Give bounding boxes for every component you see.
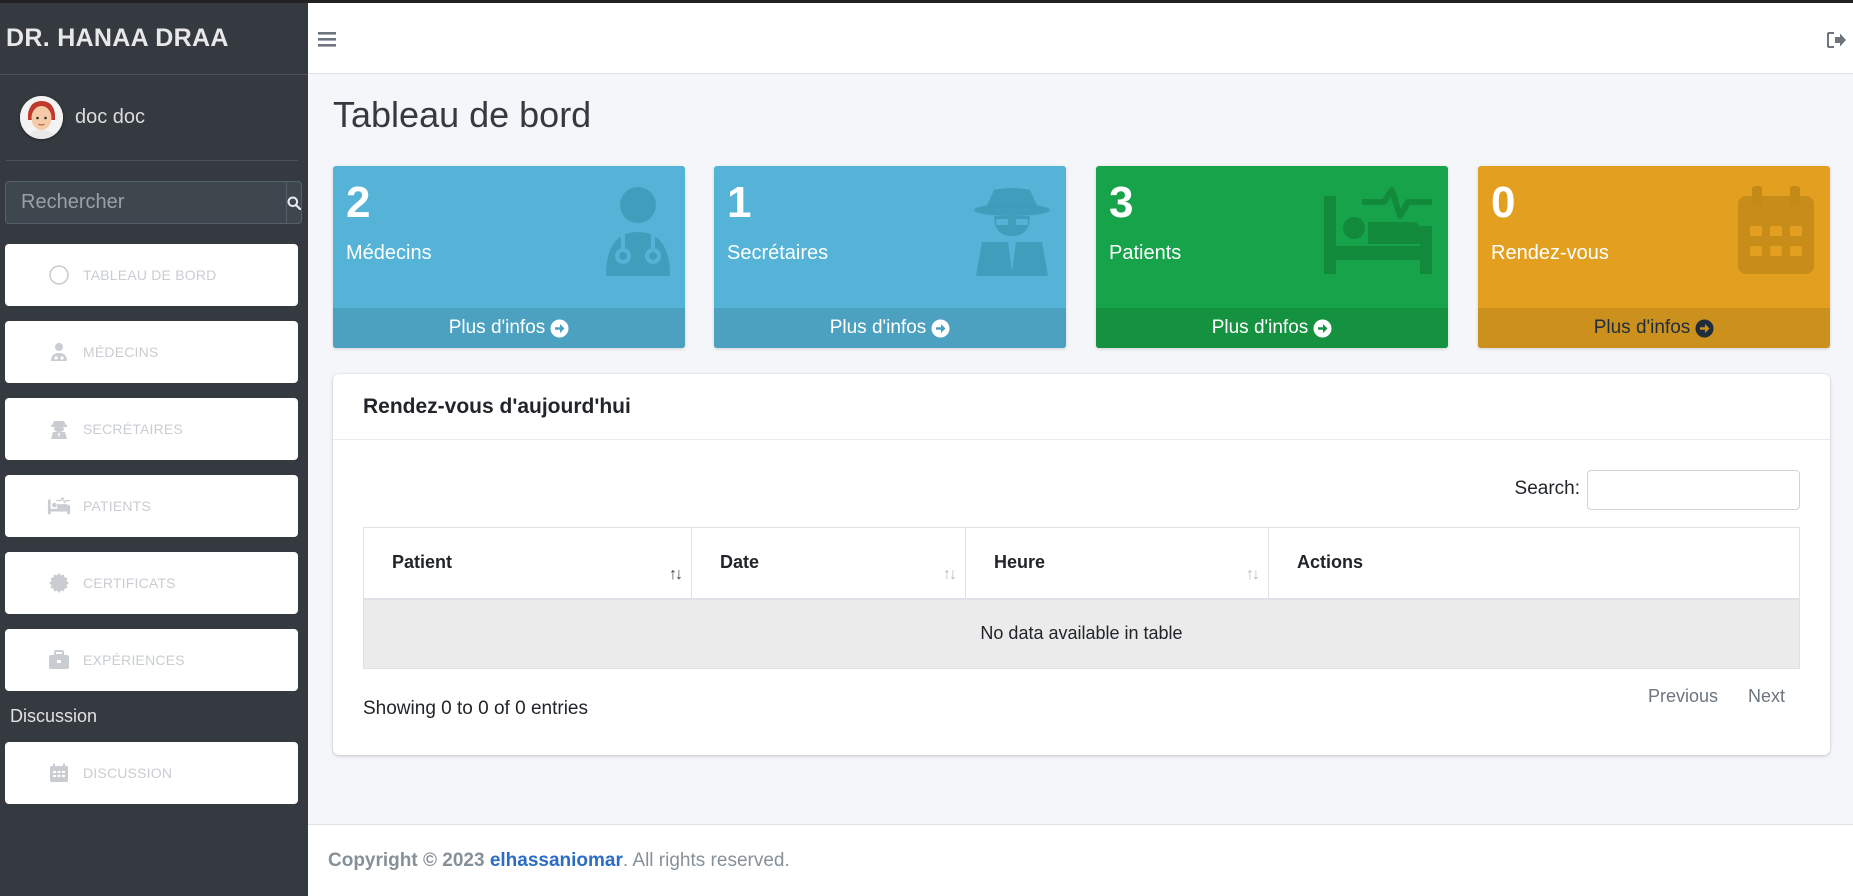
stat-count: 1 bbox=[727, 178, 752, 227]
more-info-label: Plus d'infos bbox=[1211, 317, 1309, 338]
more-info-link[interactable]: Plus d'infos bbox=[333, 308, 685, 348]
circle-icon bbox=[47, 263, 71, 287]
sidebar-item-label: TABLEAU DE BORD bbox=[83, 267, 217, 283]
user-md-icon bbox=[47, 340, 71, 364]
column-header-patient[interactable]: Patient ↑↓ bbox=[363, 527, 692, 600]
more-info-label: Plus d'infos bbox=[448, 317, 546, 338]
arrow-circle-right-icon bbox=[1313, 319, 1332, 338]
table-search-input[interactable] bbox=[1587, 470, 1800, 510]
copyright-text: Copyright © 2023 bbox=[328, 849, 485, 871]
sidebar-item-experiences[interactable]: EXPÉRIENCES bbox=[5, 629, 298, 691]
empty-table-message: No data available in table bbox=[363, 598, 1800, 669]
logout-icon[interactable] bbox=[1827, 32, 1847, 53]
topbar bbox=[308, 0, 1853, 74]
sort-icon: ↑↓ bbox=[943, 565, 957, 583]
more-info-label: Plus d'infos bbox=[1593, 317, 1691, 338]
column-header-date[interactable]: Date ↑↓ bbox=[691, 527, 966, 600]
stat-box-medecins: 2 Médecins Plus d'infos bbox=[333, 166, 685, 348]
stat-box-patients: 3 Patients Plus d'infos bbox=[1096, 166, 1448, 348]
calendar-icon bbox=[47, 761, 71, 785]
stat-label: Patients bbox=[1109, 242, 1182, 264]
next-button[interactable]: Next bbox=[1733, 686, 1800, 707]
stat-count: 2 bbox=[346, 178, 371, 227]
stat-label: Rendez-vous bbox=[1491, 242, 1609, 264]
sidebar-item-label: CERTIFICATS bbox=[83, 575, 176, 591]
column-header-heure[interactable]: Heure ↑↓ bbox=[965, 527, 1269, 600]
more-info-link[interactable]: Plus d'infos bbox=[714, 308, 1066, 348]
calendar-icon bbox=[1736, 186, 1816, 281]
certificate-icon bbox=[47, 571, 71, 595]
sidebar-item-label: SECRÉTAIRES bbox=[83, 421, 183, 437]
sidebar-item-label: MÉDECINS bbox=[83, 344, 159, 360]
page-footer: Copyright © 2023 elhassaniomar. All righ… bbox=[308, 824, 1853, 896]
user-name[interactable]: doc doc bbox=[75, 106, 145, 129]
previous-button[interactable]: Previous bbox=[1633, 686, 1733, 707]
nav-section-header: Discussion bbox=[10, 706, 98, 726]
table-info: Showing 0 to 0 of 0 entries bbox=[363, 698, 588, 719]
sidebar-item-secretaires[interactable]: SECRÉTAIRES bbox=[5, 398, 298, 460]
bed-pulse-icon bbox=[47, 494, 71, 518]
sidebar-item-label: PATIENTS bbox=[83, 498, 151, 514]
arrow-circle-right-icon bbox=[931, 319, 950, 338]
avatar[interactable] bbox=[20, 96, 63, 139]
author-link[interactable]: elhassaniomar bbox=[490, 850, 623, 872]
brand-text[interactable]: DR. HANAA DRAA bbox=[6, 24, 229, 53]
appointments-table: Patient ↑↓ Date ↑↓ Heure ↑↓ Actions No data… bbox=[363, 527, 1800, 669]
more-info-label: Plus d'infos bbox=[829, 317, 927, 338]
user-secret-icon bbox=[972, 186, 1052, 281]
card-title: Rendez-vous d'aujourd'hui bbox=[363, 394, 631, 418]
more-info-link[interactable]: Plus d'infos bbox=[1478, 308, 1830, 348]
column-header-actions: Actions bbox=[1268, 527, 1800, 600]
main-content: Tableau de bord 2 Médecins Plus d'infos … bbox=[308, 74, 1853, 824]
sidebar-search bbox=[5, 181, 302, 224]
card-header: Rendez-vous d'aujourd'hui bbox=[333, 374, 1830, 440]
search-icon bbox=[287, 196, 301, 210]
sidebar-item-label: DISCUSSION bbox=[83, 765, 173, 781]
user-secret-icon bbox=[47, 417, 71, 441]
sidebar-item-certificats[interactable]: CERTIFICATS bbox=[5, 552, 298, 614]
sidebar-item-medecins[interactable]: MÉDECINS bbox=[5, 321, 298, 383]
brand[interactable]: DR. HANAA DRAA bbox=[0, 3, 308, 75]
stat-count: 0 bbox=[1491, 178, 1516, 227]
sort-icon: ↑↓ bbox=[669, 565, 683, 583]
appointments-card: Rendez-vous d'aujourd'hui Search: Patien… bbox=[333, 374, 1830, 755]
stat-count: 3 bbox=[1109, 178, 1134, 227]
sidebar-item-patients[interactable]: PATIENTS bbox=[5, 475, 298, 537]
table-row: No data available in table bbox=[363, 598, 1800, 669]
sidebar-search-button[interactable] bbox=[286, 181, 302, 224]
sort-icon: ↑↓ bbox=[1246, 565, 1260, 583]
pagination: Previous Next bbox=[1633, 686, 1800, 707]
stat-box-rendez-vous: 0 Rendez-vous Plus d'infos bbox=[1478, 166, 1830, 348]
stat-label: Secrétaires bbox=[727, 242, 829, 264]
stat-box-secretaires: 1 Secrétaires Plus d'infos bbox=[714, 166, 1066, 348]
bed-pulse-icon bbox=[1322, 186, 1434, 281]
sidebar-item-discussion[interactable]: DISCUSSION bbox=[5, 742, 298, 804]
rights-text: . All rights reserved. bbox=[622, 849, 790, 871]
sidebar: DR. HANAA DRAA doc doc Rechercher TABLEA… bbox=[0, 0, 308, 896]
briefcase-icon bbox=[47, 648, 71, 672]
sidebar-item-label: EXPÉRIENCES bbox=[83, 652, 185, 668]
table-search-label: Search: bbox=[1514, 478, 1580, 499]
arrow-circle-right-icon bbox=[1695, 319, 1714, 338]
user-md-icon bbox=[605, 186, 671, 281]
arrow-circle-right-icon bbox=[550, 319, 569, 338]
user-panel: doc doc bbox=[6, 75, 298, 161]
page-title: Tableau de bord bbox=[333, 94, 592, 135]
sidebar-search-input[interactable] bbox=[5, 181, 286, 224]
stat-label: Médecins bbox=[346, 242, 432, 264]
more-info-link[interactable]: Plus d'infos bbox=[1096, 308, 1448, 348]
menu-toggle-icon[interactable] bbox=[318, 32, 336, 52]
sidebar-item-tableau-de-bord[interactable]: TABLEAU DE BORD bbox=[5, 244, 298, 306]
